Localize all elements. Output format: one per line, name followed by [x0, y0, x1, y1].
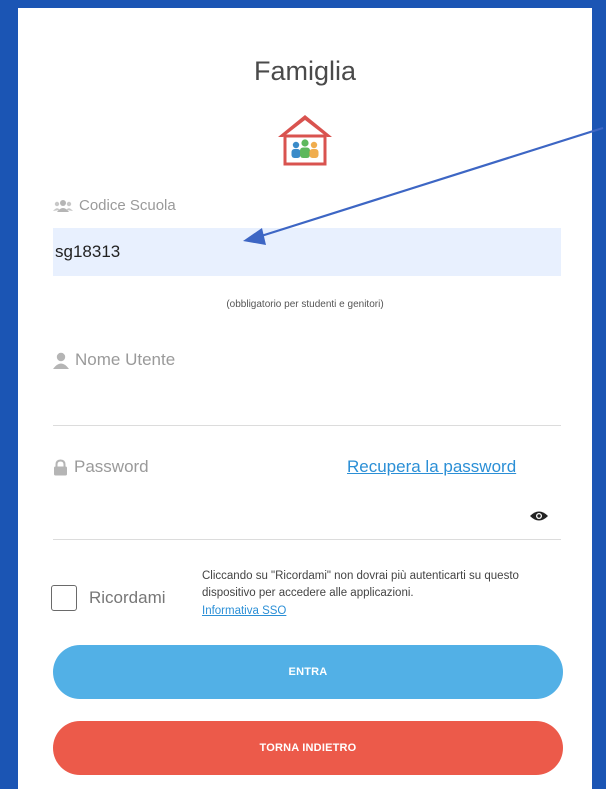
- window-frame-left: [0, 0, 18, 789]
- family-house-icon: [278, 115, 332, 166]
- users-icon: [53, 199, 73, 212]
- window-frame-top: [0, 0, 606, 8]
- recover-password-link[interactable]: Recupera la password: [347, 457, 516, 477]
- enter-button[interactable]: ENTRA: [53, 645, 563, 699]
- back-button[interactable]: TORNA INDIETRO: [53, 721, 563, 775]
- remember-label: Ricordami: [89, 588, 166, 607]
- password-label: Password: [53, 457, 149, 477]
- remember-note: Cliccando su "Ricordami" non dovrai più …: [202, 568, 572, 620]
- login-card: Famiglia Codice Scuola (obbligatorio per…: [18, 8, 592, 789]
- user-icon: [53, 352, 69, 369]
- school-code-input[interactable]: [53, 228, 561, 276]
- remember-checkbox[interactable]: [51, 585, 77, 611]
- username-label-text: Nome Utente: [75, 350, 176, 369]
- window-frame-right: [592, 0, 606, 789]
- username-input[interactable]: [53, 388, 561, 426]
- password-input[interactable]: [53, 502, 561, 540]
- lock-icon: [54, 458, 67, 475]
- username-label: Nome Utente: [53, 350, 175, 370]
- remember-note-text: Cliccando su "Ricordami" non dovrai più …: [202, 570, 519, 600]
- eye-icon[interactable]: [530, 510, 548, 522]
- school-code-label-text: Codice Scuola: [79, 197, 176, 214]
- page-title: Famiglia: [253, 56, 357, 86]
- password-label-text: Password: [74, 457, 149, 476]
- sso-info-link[interactable]: Informativa SSO: [202, 605, 286, 617]
- school-code-label: Codice Scuola: [53, 197, 176, 214]
- school-code-hint: (obbligatorio per studenti e genitori): [226, 299, 384, 310]
